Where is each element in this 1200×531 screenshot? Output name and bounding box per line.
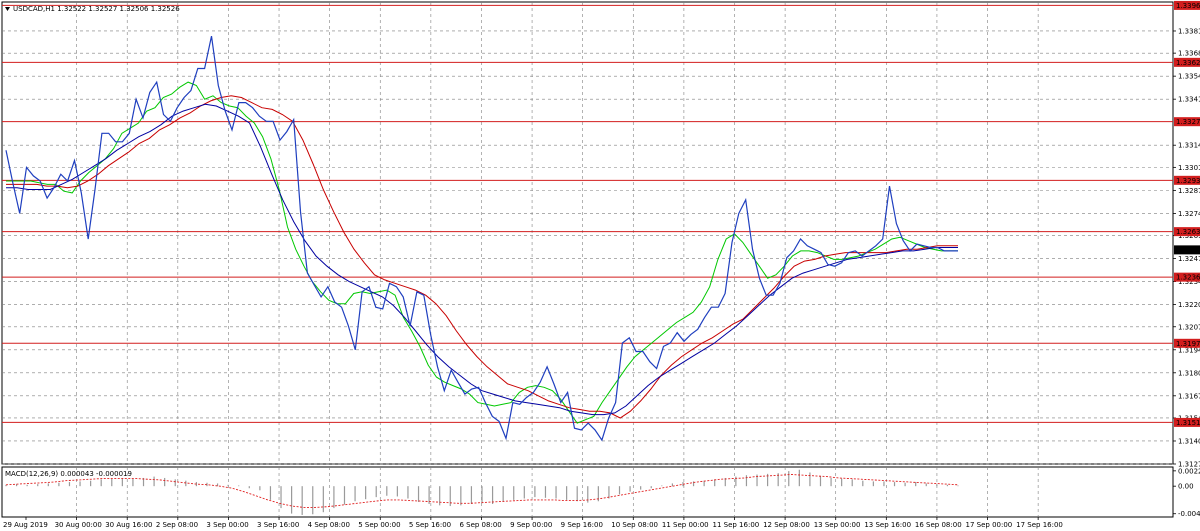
x-tick-label: 9 Sep 16:00 bbox=[561, 521, 603, 529]
x-tick-label: 3 Sep 00:00 bbox=[206, 521, 248, 529]
x-tick-label: 2 Sep 08:00 bbox=[156, 521, 198, 529]
symbol-info: USDCAD,H1 1.32522 1.32527 1.32506 1.3252… bbox=[13, 5, 180, 13]
x-tick-label: 17 Sep 00:00 bbox=[966, 521, 1013, 529]
x-tick-label: 11 Sep 16:00 bbox=[713, 521, 760, 529]
x-tick-label: 10 Sep 08:00 bbox=[611, 521, 658, 529]
y-tick-label: 1.32740 bbox=[1178, 210, 1200, 218]
y-tick-label: 1.33140 bbox=[1178, 142, 1200, 150]
macd-y-tick-label: 0.00 bbox=[1178, 483, 1194, 491]
x-tick-label: 13 Sep 00:00 bbox=[814, 521, 861, 529]
y-tick-label: 1.33810 bbox=[1178, 27, 1200, 35]
y-tick-label: 1.32475 bbox=[1178, 255, 1200, 263]
y-tick-label: 1.32875 bbox=[1178, 187, 1200, 195]
macd-y-tick-label: 0.002238 bbox=[1178, 467, 1200, 475]
y-tick-label: 1.31405 bbox=[1178, 437, 1200, 445]
level-price-label: 1.33960 bbox=[1176, 2, 1200, 10]
y-tick-label: 1.32205 bbox=[1178, 301, 1200, 309]
x-tick-label: 5 Sep 16:00 bbox=[409, 521, 451, 529]
y-tick-label: 1.32075 bbox=[1178, 323, 1200, 331]
x-tick-label: 30 Aug 00:00 bbox=[55, 521, 102, 529]
x-tick-label: 6 Sep 08:00 bbox=[459, 521, 501, 529]
x-tick-label: 30 Aug 16:00 bbox=[105, 521, 152, 529]
x-tick-label: 29 Aug 2019 bbox=[3, 521, 48, 529]
x-tick-label: 4 Sep 08:00 bbox=[308, 521, 350, 529]
level-price-label: 1.31978 bbox=[1176, 340, 1200, 348]
chart-title: USDCAD,H1 1.32522 1.32527 1.32506 1.3252… bbox=[5, 5, 180, 13]
macd-title: MACD(12,26,9) 0.000043 -0.000019 bbox=[5, 470, 132, 478]
x-tick-label: 17 Sep 16:00 bbox=[1016, 521, 1063, 529]
x-tick-label: 3 Sep 16:00 bbox=[257, 521, 299, 529]
chart-canvas: 1.33810 1.33680 1.33545 1.33410 1.33140 1.330… bbox=[0, 0, 1200, 531]
x-tick-label: 12 Sep 08:00 bbox=[763, 521, 810, 529]
x-tick-label: 13 Sep 16:00 bbox=[864, 521, 911, 529]
x-tick-label: 16 Sep 08:00 bbox=[915, 521, 962, 529]
y-tick-label: 1.33010 bbox=[1178, 164, 1200, 172]
level-price-label: 1.33626 bbox=[1176, 59, 1200, 67]
y-tick-label: 1.31805 bbox=[1178, 369, 1200, 377]
current-price-label: 1.32526 bbox=[1176, 246, 1200, 254]
x-tick-label: 11 Sep 00:00 bbox=[662, 521, 709, 529]
level-price-label: 1.32366 bbox=[1176, 274, 1200, 282]
chart-background bbox=[0, 0, 1200, 531]
x-tick-label: 5 Sep 00:00 bbox=[358, 521, 400, 529]
macd-y-tick-label: -0.004022 bbox=[1178, 510, 1200, 518]
level-price-label: 1.33278 bbox=[1176, 118, 1200, 126]
y-tick-label: 1.33680 bbox=[1178, 50, 1200, 58]
y-tick-label: 1.33410 bbox=[1178, 96, 1200, 104]
x-tick-label: 9 Sep 00:00 bbox=[510, 521, 552, 529]
y-tick-label: 1.31670 bbox=[1178, 392, 1200, 400]
level-price-label: 1.32934 bbox=[1176, 177, 1200, 185]
level-price-label: 1.32633 bbox=[1176, 228, 1200, 236]
level-price-label: 1.31514 bbox=[1176, 419, 1200, 427]
y-tick-label: 1.33545 bbox=[1178, 73, 1200, 81]
